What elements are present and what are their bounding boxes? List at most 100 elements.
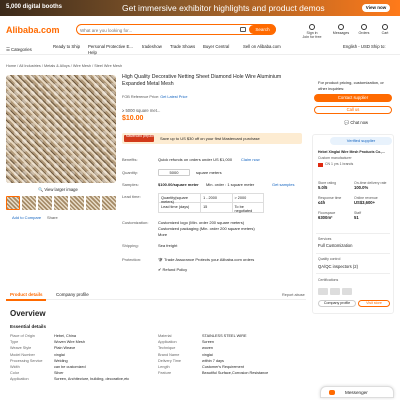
chat-now-button[interactable]: 💬 Chat now [344, 120, 368, 126]
quantity-stepper[interactable]: 5000 [158, 169, 190, 176]
get-samples-link[interactable]: Get samples [272, 182, 294, 187]
product-main-image[interactable] [6, 75, 116, 183]
stat-value: 100.0% [354, 185, 369, 190]
cart-icon [382, 24, 388, 30]
alibaba-logo[interactable]: Alibaba.com [6, 25, 60, 35]
samples-label: Samples: [122, 182, 139, 187]
quality-control-value[interactable]: QA/QC inspectors (2) [318, 264, 358, 269]
trade-assurance-label: Trade Assurance Protects your Alibaba.co… [164, 257, 255, 262]
thumbnail[interactable] [38, 196, 52, 210]
share-link[interactable]: Share [47, 215, 58, 220]
china-flag-icon [318, 163, 323, 167]
thumbnail[interactable] [6, 196, 20, 210]
nav-tradeshow[interactable]: tradeshow [142, 44, 162, 49]
search-button[interactable]: Search [249, 25, 276, 34]
thumbnail[interactable] [22, 196, 36, 210]
thumbnail[interactable] [54, 196, 68, 210]
nav-buyer-central[interactable]: Buyer Central [203, 44, 229, 49]
cart-link[interactable]: Cart [378, 24, 392, 35]
messages-label: Messages [332, 31, 350, 35]
divider [316, 233, 390, 234]
chat-icon [329, 390, 335, 395]
contact-prompt: For product pricing, customization, or o… [318, 80, 384, 91]
stat-response-time: Response time ≤4h [318, 196, 354, 205]
view-larger-link[interactable]: 🔍 View larger image [38, 187, 78, 193]
breadcrumb[interactable]: Home / All Industries / Metals & Alloys … [6, 64, 122, 68]
nav-trade-shows[interactable]: Trade Shows [170, 44, 195, 49]
user-icon [309, 24, 315, 30]
overview-heading: Overview [10, 309, 46, 318]
attr-value: Screen, Architecture, building, decorati… [54, 377, 130, 382]
stat-value: ≤4h [318, 200, 326, 205]
table-cell: 15 [201, 203, 233, 212]
attr-key [158, 377, 202, 383]
thumbnail[interactable] [86, 196, 100, 210]
stat-floorspace: Floorspace 6300m² [318, 211, 354, 220]
price-value: $10.00 [122, 115, 144, 122]
company-profile-button[interactable]: Company profile [318, 300, 356, 307]
supplier-type: Custom manufacturer [318, 156, 352, 160]
detail-tabs [6, 290, 306, 300]
samples-min-order: Min. order : 1 square meter [206, 182, 255, 187]
view-now-button[interactable]: View now [362, 4, 390, 12]
contact-supplier-button[interactable]: Contact supplier [314, 94, 392, 102]
nav-ready-to-ship[interactable]: Ready to Ship [53, 44, 83, 49]
sign-in-link[interactable]: Sign in Join for free [300, 24, 324, 39]
quality-control-label: Quality control [318, 257, 341, 261]
trade-assurance[interactable]: 🛡 Trade Assurance Protects your Alibaba.… [158, 257, 254, 262]
supplier-card [312, 134, 394, 314]
essential-details-heading: Essential details [10, 324, 47, 329]
ship-to-selector[interactable]: Ship to: [371, 44, 386, 49]
table-row: Application Screen, Architecture, buildi… [10, 377, 306, 383]
price-tier-label: ≥ 5000 square met... [122, 108, 161, 113]
stat-value: 6300m² [318, 215, 333, 220]
messenger-widget[interactable]: Messenger [320, 386, 394, 398]
call-us-button[interactable]: Call us [314, 106, 392, 114]
camera-icon[interactable] [240, 27, 246, 32]
certificate-icon[interactable] [342, 288, 352, 295]
stat-value: US$3,600+ [354, 200, 376, 205]
stat-value: 5.0/5 [318, 185, 328, 190]
orders-link[interactable]: Orders [356, 24, 372, 35]
search-input[interactable] [80, 26, 230, 34]
quantity-label: Quantity: [122, 170, 139, 175]
categories-label: Categories [11, 47, 32, 52]
refund-policy[interactable]: ✔ Refund Policy [158, 267, 187, 272]
cart-label: Cart [381, 31, 389, 35]
supplier-name[interactable]: Hebei Xinglai Wire Mesh Products Co.,... [318, 150, 392, 154]
nav-ppe[interactable]: Personal Protective E... [88, 44, 133, 49]
get-latest-price-link[interactable]: Get Latest Price [160, 95, 187, 99]
thumbnail[interactable] [102, 196, 116, 210]
language-selector[interactable]: English - USD [343, 44, 370, 49]
mastercard-promo[interactable]: Mastercard prepaid Save up to US $30 off… [122, 133, 302, 144]
chat-now-label: Chat now [350, 120, 369, 125]
messages-link[interactable]: Messages [330, 24, 352, 35]
attr-key: Application [10, 377, 29, 382]
tab-company-profile[interactable]: Company profile [56, 292, 89, 297]
divider [316, 273, 390, 274]
thumbnail[interactable] [70, 196, 84, 210]
services-label: Services [318, 237, 332, 241]
benefits-text: Quick refunds on orders under US $1,000 [158, 157, 233, 162]
certificate-icon[interactable] [318, 288, 328, 295]
nav-help[interactable]: Help [88, 50, 97, 55]
table-cell: 1 - 2000 [201, 194, 233, 202]
verified-supplier-badge[interactable]: Verified supplier [330, 137, 392, 145]
nav-sell-on-alibaba[interactable]: Sell on Alibaba.com [243, 44, 281, 49]
tab-product-details[interactable]: Product details [10, 292, 43, 297]
claim-now-link[interactable]: Claim now [241, 157, 260, 162]
refund-policy-label: Refund Policy [162, 267, 188, 272]
report-abuse-link[interactable]: Report abuse [282, 293, 305, 297]
visit-store-button[interactable]: Visit store [358, 300, 390, 307]
certificate-icon[interactable] [330, 288, 340, 295]
view-larger-label: View larger image [44, 187, 78, 192]
table-cell: > 2000 [234, 196, 247, 200]
table-row: Quantity(square meters) 1 - 2000 > 2000 [159, 194, 263, 204]
categories-menu[interactable]: ☰ Categories [6, 47, 32, 53]
table-cell: Lead time (days) [159, 203, 202, 212]
stat-value: 51 [354, 215, 359, 220]
benefits-label: Benefits: [122, 157, 138, 162]
add-to-compare-link[interactable]: Add to Compare [12, 215, 41, 220]
orders-icon [361, 24, 367, 30]
customization-more-link[interactable]: More [158, 232, 167, 237]
